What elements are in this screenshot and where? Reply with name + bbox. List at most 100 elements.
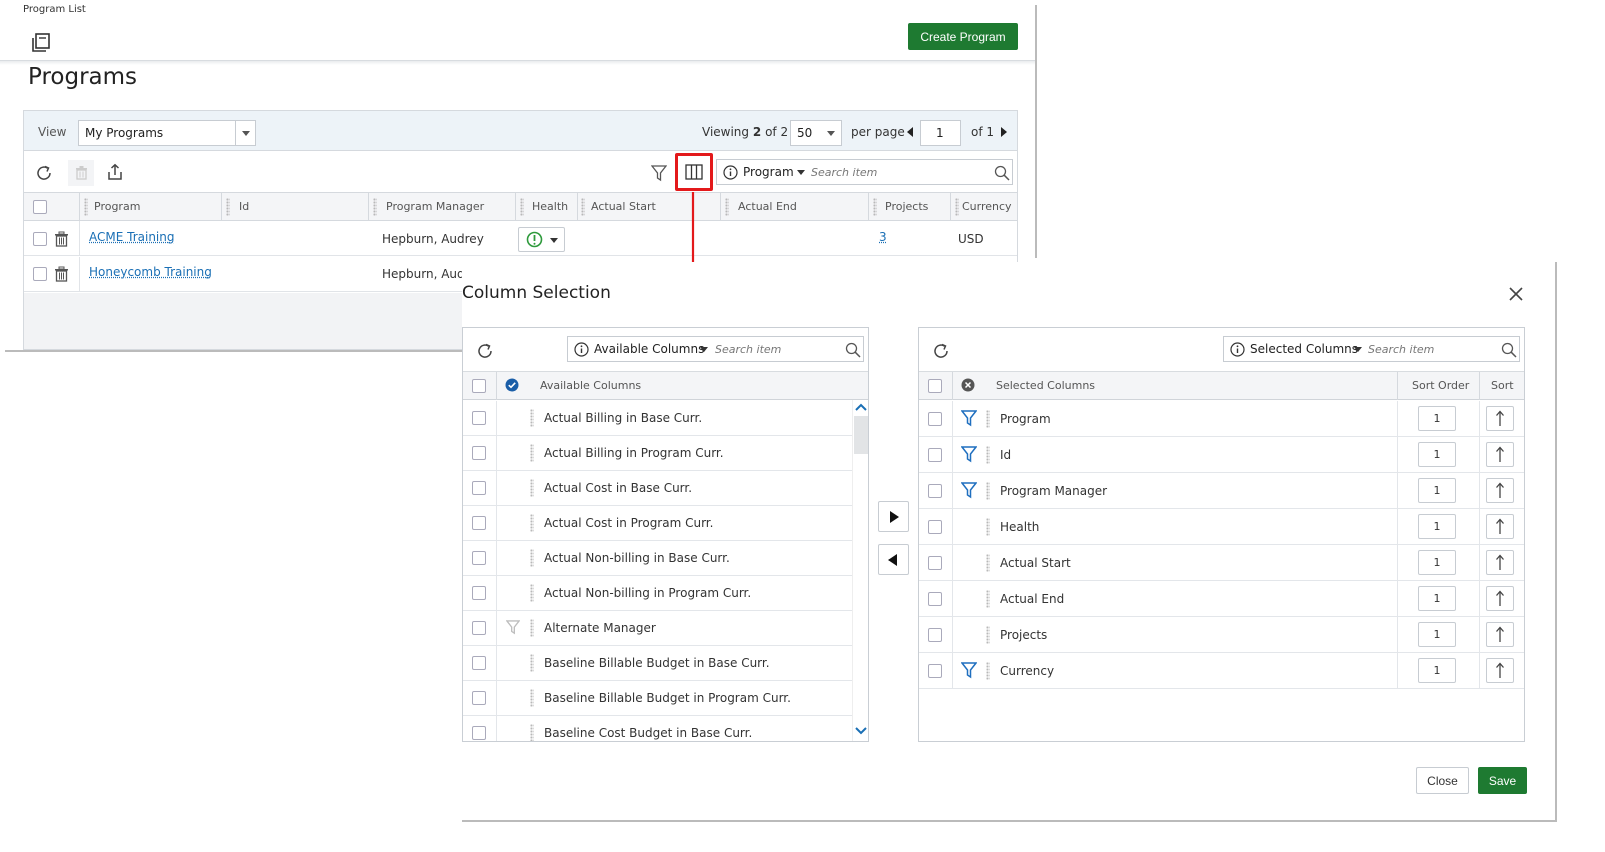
filter-icon[interactable] [961, 446, 977, 463]
drag-handle[interactable] [530, 444, 534, 462]
per-page-select[interactable]: 50 [790, 120, 842, 146]
row-checkbox[interactable] [472, 411, 486, 425]
page-number-input[interactable]: 1 [920, 120, 961, 146]
list-item[interactable]: Baseline Billable Budget in Base Curr. [463, 646, 852, 681]
drag-handle[interactable] [530, 584, 534, 602]
list-item[interactable]: Actual Cost in Program Curr. [463, 506, 852, 541]
drag-handle[interactable] [530, 549, 534, 567]
sort-order-input[interactable]: 1 [1418, 442, 1456, 467]
row-checkbox[interactable] [928, 412, 942, 426]
row-checkbox[interactable] [472, 621, 486, 635]
column-grip[interactable] [226, 198, 230, 216]
row-checkbox[interactable] [928, 484, 942, 498]
row-checkbox[interactable] [928, 520, 942, 534]
column-header-projects[interactable]: Projects [885, 200, 928, 213]
list-item[interactable]: Alternate Manager [463, 611, 852, 646]
list-item[interactable]: Health 1 [919, 509, 1524, 545]
column-grip[interactable] [955, 198, 959, 216]
list-item[interactable]: Actual End 1 [919, 581, 1524, 617]
column-grip[interactable] [725, 198, 729, 216]
filter-icon[interactable] [651, 165, 667, 182]
program-link[interactable]: ACME Training [89, 230, 174, 244]
next-page-icon[interactable] [1001, 127, 1007, 137]
list-item[interactable]: Actual Non-billing in Base Curr. [463, 541, 852, 576]
list-item[interactable]: Baseline Billable Budget in Program Curr… [463, 681, 852, 716]
list-item[interactable]: Actual Cost in Base Curr. [463, 471, 852, 506]
drag-handle[interactable] [986, 518, 990, 536]
sort-direction-button[interactable] [1486, 442, 1514, 467]
list-item[interactable]: Currency 1 [919, 653, 1524, 689]
list-item[interactable]: Baseline Cost Budget in Base Curr. [463, 716, 852, 741]
search-icon[interactable] [845, 342, 861, 358]
list-item[interactable]: Actual Non-billing in Program Curr. [463, 576, 852, 611]
sort-direction-button[interactable] [1486, 658, 1514, 683]
table-row[interactable]: ACME Training Hepburn, Audrey 3 USD [24, 221, 1017, 256]
column-grip[interactable] [373, 198, 377, 216]
create-program-button[interactable]: Create Program [908, 23, 1018, 50]
list-item[interactable]: Projects 1 [919, 617, 1524, 653]
drag-handle[interactable] [986, 590, 990, 608]
row-checkbox[interactable] [472, 726, 486, 740]
sort-direction-button[interactable] [1486, 406, 1514, 431]
column-header-health[interactable]: Health [532, 200, 568, 213]
filter-icon[interactable] [961, 662, 977, 679]
sort-direction-button[interactable] [1486, 586, 1514, 611]
grid-search-box[interactable]: Program Search item [716, 159, 1013, 185]
sort-direction-button[interactable] [1486, 622, 1514, 647]
drag-handle[interactable] [530, 409, 534, 427]
sort-order-input[interactable]: 1 [1418, 514, 1456, 539]
export-icon[interactable] [106, 163, 124, 181]
trash-icon[interactable] [54, 231, 69, 247]
sort-order-input[interactable]: 1 [1418, 478, 1456, 503]
column-header-id[interactable]: Id [239, 200, 249, 213]
drag-handle[interactable] [530, 619, 534, 637]
drag-handle[interactable] [986, 446, 990, 464]
row-checkbox[interactable] [472, 446, 486, 460]
column-header-program[interactable]: Program [94, 200, 140, 213]
check-circle-icon[interactable] [505, 378, 519, 392]
sort-order-input[interactable]: 1 [1418, 586, 1456, 611]
filter-icon[interactable] [506, 620, 520, 635]
list-item[interactable]: Actual Billing in Program Curr. [463, 436, 852, 471]
move-right-button[interactable] [878, 501, 909, 532]
scroll-down-icon[interactable] [855, 726, 867, 736]
sort-order-input[interactable]: 1 [1418, 550, 1456, 575]
sort-direction-button[interactable] [1486, 514, 1514, 539]
refresh-icon[interactable] [932, 342, 950, 360]
list-item[interactable]: Id 1 [919, 437, 1524, 473]
column-grip[interactable] [84, 198, 88, 216]
row-checkbox[interactable] [928, 664, 942, 678]
row-checkbox[interactable] [928, 628, 942, 642]
row-checkbox[interactable] [928, 448, 942, 462]
row-checkbox[interactable] [33, 232, 47, 246]
column-grip[interactable] [873, 198, 877, 216]
select-all-checkbox[interactable] [33, 200, 47, 214]
row-checkbox[interactable] [472, 516, 486, 530]
row-checkbox[interactable] [928, 556, 942, 570]
column-header-actual-end[interactable]: Actual End [738, 200, 797, 213]
sort-order-input[interactable]: 1 [1418, 622, 1456, 647]
view-select[interactable]: My Programs [78, 120, 256, 146]
delete-button[interactable] [68, 160, 94, 186]
prev-page-icon[interactable] [907, 127, 913, 137]
available-search-box[interactable]: Available Columns Search item [567, 336, 864, 362]
refresh-icon[interactable] [35, 164, 53, 182]
clear-circle-icon[interactable] [961, 378, 975, 392]
column-grip[interactable] [581, 198, 585, 216]
drag-handle[interactable] [530, 689, 534, 707]
drag-handle[interactable] [986, 482, 990, 500]
selected-search-box[interactable]: Selected Columns Search item [1223, 336, 1520, 362]
list-item[interactable]: Program Manager 1 [919, 473, 1524, 509]
search-icon[interactable] [1501, 342, 1517, 358]
column-header-program-manager[interactable]: Program Manager [386, 200, 484, 213]
chevron-down-icon[interactable] [700, 347, 708, 352]
row-checkbox[interactable] [33, 267, 47, 281]
column-header-actual-start[interactable]: Actual Start [591, 200, 656, 213]
row-checkbox[interactable] [472, 691, 486, 705]
list-item[interactable]: Actual Billing in Base Curr. [463, 401, 852, 436]
scroll-up-icon[interactable] [855, 402, 867, 412]
copy-pages-icon[interactable] [30, 32, 52, 54]
sort-order-input[interactable]: 1 [1418, 406, 1456, 431]
filter-icon[interactable] [961, 482, 977, 499]
projects-count-link[interactable]: 3 [879, 230, 887, 244]
